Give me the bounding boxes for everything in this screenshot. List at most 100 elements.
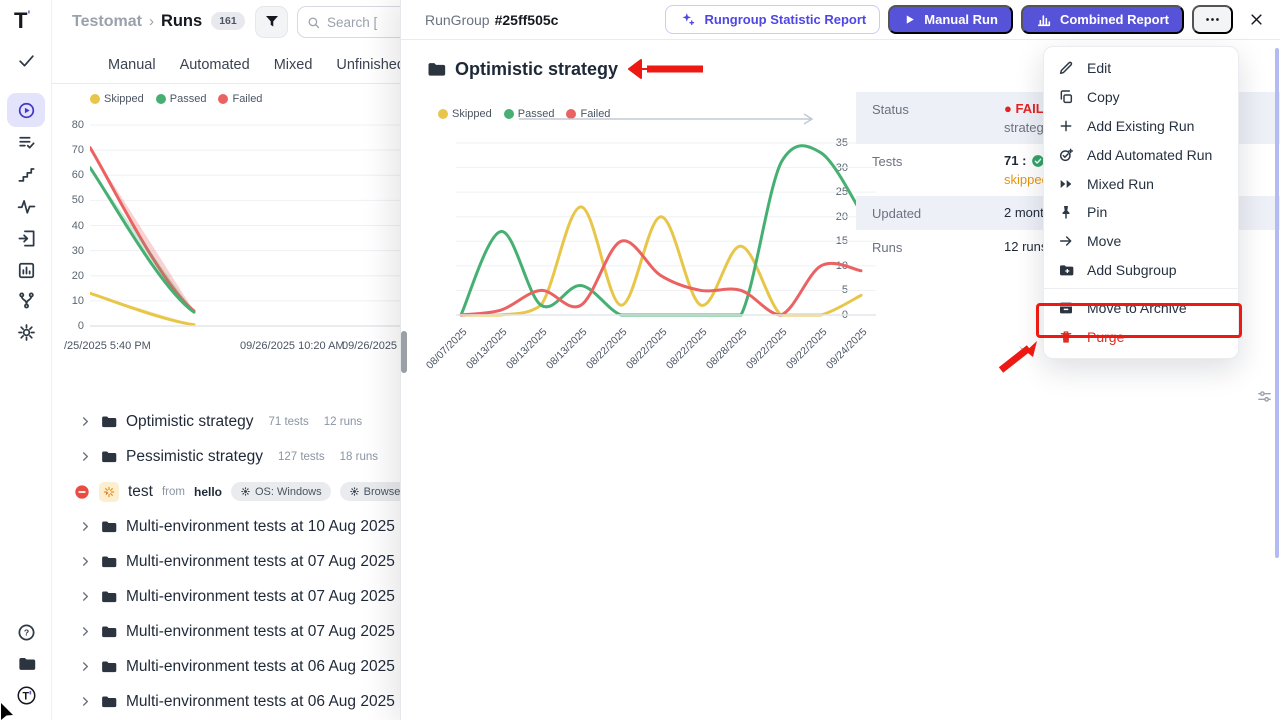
folder-icon: [100, 518, 117, 535]
folder-icon: [100, 693, 117, 710]
rungroup-statistic-report-button[interactable]: Rungroup Statistic Report: [665, 5, 880, 34]
pencil-icon: [1058, 60, 1074, 76]
menu-item-edit[interactable]: Edit: [1044, 54, 1238, 83]
modal-chart-x-labels: 08/07/202508/13/202508/13/202508/13/2025…: [456, 318, 886, 364]
x-tick-label: 08/13/2025: [504, 326, 550, 372]
chevron-right-icon[interactable]: [80, 626, 91, 637]
group-meta: 12 runs: [324, 416, 362, 428]
menu-item-add-automated-run[interactable]: Add Automated Run: [1044, 140, 1238, 169]
folder-icon: [100, 553, 117, 570]
tab-mixed[interactable]: Mixed: [274, 57, 313, 73]
y-tick: 10: [58, 295, 84, 307]
x-tick-label: 08/13/2025: [464, 326, 510, 372]
breadcrumb-separator: ›: [149, 13, 154, 30]
sidebar-list-check-icon[interactable]: [7, 127, 45, 157]
sidebar-help-icon[interactable]: ?: [7, 617, 45, 647]
menu-item-add-subgroup[interactable]: Add Subgroup: [1044, 256, 1238, 285]
status-label: Runs: [872, 239, 1004, 255]
menu-item-pin[interactable]: Pin: [1044, 198, 1238, 227]
modal-title: RunGroup#25ff505c: [425, 12, 558, 28]
tab-manual[interactable]: Manual: [108, 57, 156, 73]
menu-item-add-existing-run[interactable]: Add Existing Run: [1044, 112, 1238, 141]
group-name: Multi-environment tests at 07 Aug 2025 1…: [126, 588, 438, 606]
sidebar-branch-icon[interactable]: [7, 285, 45, 315]
close-modal-icon[interactable]: [1249, 12, 1264, 27]
testomat-logo[interactable]: T': [14, 8, 30, 34]
pin-icon: [1058, 204, 1074, 220]
chevron-right-icon[interactable]: [80, 661, 91, 672]
x-tick-label: 09/22/2025: [744, 326, 790, 372]
y-tick: 40: [58, 220, 84, 232]
group-meta: 71 tests: [268, 416, 308, 428]
menu-item-copy[interactable]: Copy: [1044, 83, 1238, 112]
rungroup-id: #25ff505c: [495, 12, 559, 28]
sidebar-pulse-icon[interactable]: [7, 191, 45, 221]
group-trend-chart: [456, 135, 876, 320]
x-tick-label: 08/28/2025: [704, 326, 750, 372]
chevron-right-icon[interactable]: [80, 416, 91, 427]
folder-plus-icon: [1058, 262, 1074, 278]
tests-count: 71 :: [1004, 153, 1026, 168]
sidebar-stairs-icon[interactable]: [7, 159, 45, 189]
y-tick: 70: [58, 144, 84, 156]
status-label: Status: [872, 101, 1004, 135]
view-settings-icon[interactable]: [1256, 388, 1273, 405]
flaky-burst-icon: [99, 482, 119, 502]
fast-forward-icon: [1058, 176, 1074, 192]
sidebar-folder-icon[interactable]: [7, 648, 45, 678]
red-arrow-annotation-2: [995, 338, 1040, 374]
runs-trend-chart: [90, 118, 402, 330]
chevron-right-icon[interactable]: [80, 451, 91, 462]
menu-item-mixed-run[interactable]: Mixed Run: [1044, 169, 1238, 198]
more-actions-button[interactable]: [1192, 5, 1233, 34]
chevron-right-icon[interactable]: [80, 591, 91, 602]
play-icon: [903, 13, 916, 26]
sidebar-gear-icon[interactable]: [7, 317, 45, 347]
menu-item-move[interactable]: Move: [1044, 227, 1238, 256]
combined-report-button[interactable]: Combined Report: [1021, 5, 1184, 34]
sidebar-play-circle-icon[interactable]: [7, 93, 45, 127]
x-tick-label: 08/22/2025: [584, 326, 630, 372]
legend-skipped: Skipped: [90, 93, 144, 105]
from-value: hello: [194, 485, 222, 499]
group-name: Multi-environment tests at 10 Aug 2025 1…: [126, 518, 437, 536]
app-root: T' ?T Testomat›Runs161 Search [ ✕ Manual…: [0, 0, 1280, 720]
x-tick-label: 09/26/2025 10:20 AM: [240, 340, 345, 352]
group-name: Multi-environment tests at 07 Aug 2025 1…: [126, 553, 438, 571]
runs-count-badge: 161: [211, 12, 245, 30]
tab-unfinished[interactable]: Unfinished: [336, 57, 405, 73]
group-name: Multi-environment tests at 07 Aug 2025 1…: [126, 623, 438, 641]
x-tick-label: 08/22/2025: [624, 326, 670, 372]
manual-run-button[interactable]: Manual Run: [888, 5, 1013, 34]
modal-scrollbar[interactable]: [1275, 48, 1279, 558]
chevron-right-icon[interactable]: [80, 521, 91, 532]
sidebar-import-icon[interactable]: [7, 223, 45, 253]
status-label: Tests: [872, 153, 1004, 187]
sidebar-chart-box-icon[interactable]: [7, 255, 45, 285]
run-name: test: [128, 483, 153, 501]
sparkles-icon: [679, 11, 696, 28]
menu-divider: [1044, 288, 1238, 289]
breadcrumb: Testomat›Runs161: [72, 12, 245, 31]
tab-automated[interactable]: Automated: [180, 57, 250, 73]
scroll-right-arrow-icon[interactable]: [519, 112, 819, 126]
purge-highlight-annotation: [1036, 303, 1242, 338]
arrow-right-icon: [1058, 233, 1074, 249]
filter-button[interactable]: [255, 6, 288, 38]
folder-icon: [100, 448, 117, 465]
bar-chart-icon: [1036, 12, 1052, 28]
sidebar-check-icon[interactable]: [7, 45, 45, 75]
chevron-right-icon[interactable]: [80, 556, 91, 567]
x-tick-label: 08/07/2025: [424, 326, 470, 372]
icon-sidebar: T' ?T: [0, 0, 52, 720]
chevron-right-icon[interactable]: [80, 696, 91, 707]
breadcrumb-app[interactable]: Testomat: [72, 13, 142, 30]
x-tick-label: 08/22/2025: [664, 326, 710, 372]
legend-passed: Passed: [156, 93, 207, 105]
legend-failed: Failed: [218, 93, 262, 105]
y-tick: 20: [58, 270, 84, 282]
from-label: from: [162, 486, 185, 498]
copy-icon: [1058, 89, 1074, 105]
page-scrollbar-thumb[interactable]: [401, 331, 407, 373]
folder-icon: [100, 588, 117, 605]
